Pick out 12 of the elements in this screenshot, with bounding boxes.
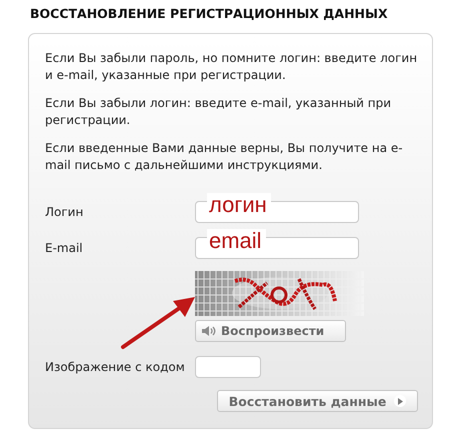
play-button[interactable]: Воспроизвести: [195, 320, 346, 342]
page-heading: ВОССТАНОВЛЕНИЕ РЕГИСТРАЦИОННЫХ ДАННЫХ: [30, 6, 389, 21]
field-label: E-mail: [45, 241, 84, 255]
field-label: Изображение с кодом: [45, 360, 186, 374]
info-paragraph: Если введенные Вами данные верны, Вы получите на e-mail письмо с дальнейшими инструкциями.: [45, 140, 404, 174]
info-paragraph: Если Вы забыли пароль, но помните логин: введите логин и e-mail, указанные при регистрации.: [45, 50, 418, 84]
field-label: Логин: [45, 205, 84, 219]
info-paragraph: Если Вы забыли логин: введите e-mail, указанный при регистрации.: [45, 95, 392, 129]
caret-icon: [394, 395, 406, 407]
input-field[interactable]: [195, 356, 261, 378]
speaker-icon: [202, 326, 216, 336]
restore-button[interactable]: Восстановить данные: [217, 390, 418, 412]
